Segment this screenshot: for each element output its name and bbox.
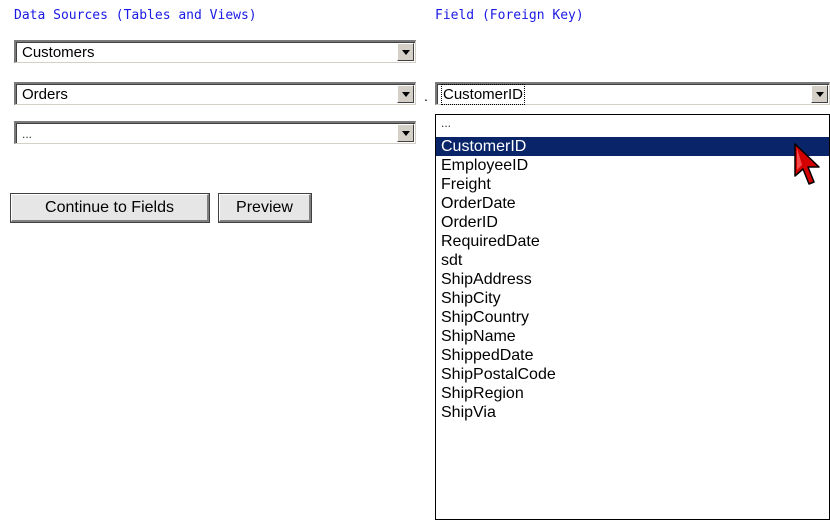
chevron-down-icon[interactable] bbox=[811, 85, 828, 103]
data-source-select-3-value: ... bbox=[22, 127, 33, 141]
option-shipregion[interactable]: ShipRegion bbox=[436, 384, 829, 403]
option-shippeddate[interactable]: ShippedDate bbox=[436, 346, 829, 365]
option-shipaddress[interactable]: ShipAddress bbox=[436, 270, 829, 289]
option-shipcountry[interactable]: ShipCountry bbox=[436, 308, 829, 327]
option-shipcity[interactable]: ShipCity bbox=[436, 289, 829, 308]
option-orderid[interactable]: OrderID bbox=[436, 213, 829, 232]
chevron-down-icon[interactable] bbox=[397, 124, 414, 142]
foreign-key-options-list[interactable]: ... CustomerID EmployeeID Freight OrderD… bbox=[435, 114, 830, 520]
preview-button[interactable]: Preview bbox=[218, 193, 312, 223]
option-customerid[interactable]: CustomerID bbox=[436, 137, 829, 156]
data-source-select-3[interactable]: ... bbox=[14, 121, 416, 144]
continue-to-fields-button[interactable]: Continue to Fields bbox=[10, 193, 210, 223]
option-freight[interactable]: Freight bbox=[436, 175, 829, 194]
data-source-select-2-value: Orders bbox=[22, 86, 68, 103]
chevron-down-icon[interactable] bbox=[397, 43, 414, 61]
pointer-arrow-icon bbox=[794, 143, 820, 185]
option-shipvia[interactable]: ShipVia bbox=[436, 403, 829, 422]
option-orderdate[interactable]: OrderDate bbox=[436, 194, 829, 213]
option-sdt[interactable]: sdt bbox=[436, 251, 829, 270]
option-requireddate[interactable]: RequiredDate bbox=[436, 232, 829, 251]
option-placeholder[interactable]: ... bbox=[436, 115, 829, 137]
field-separator: . bbox=[424, 88, 428, 104]
foreign-key-field-select[interactable]: CustomerID bbox=[435, 82, 830, 105]
option-shippostalcode[interactable]: ShipPostalCode bbox=[436, 365, 829, 384]
field-foreign-key-label: Field (Foreign Key) bbox=[435, 8, 584, 23]
data-source-select-2[interactable]: Orders bbox=[14, 82, 416, 105]
option-shipname[interactable]: ShipName bbox=[436, 327, 829, 346]
option-employeeid[interactable]: EmployeeID bbox=[436, 156, 829, 175]
foreign-key-field-value: CustomerID bbox=[440, 84, 526, 105]
data-source-select-1[interactable]: Customers bbox=[14, 40, 416, 63]
data-source-select-1-value: Customers bbox=[22, 44, 95, 61]
data-sources-label: Data Sources (Tables and Views) bbox=[14, 8, 257, 23]
chevron-down-icon[interactable] bbox=[397, 85, 414, 103]
